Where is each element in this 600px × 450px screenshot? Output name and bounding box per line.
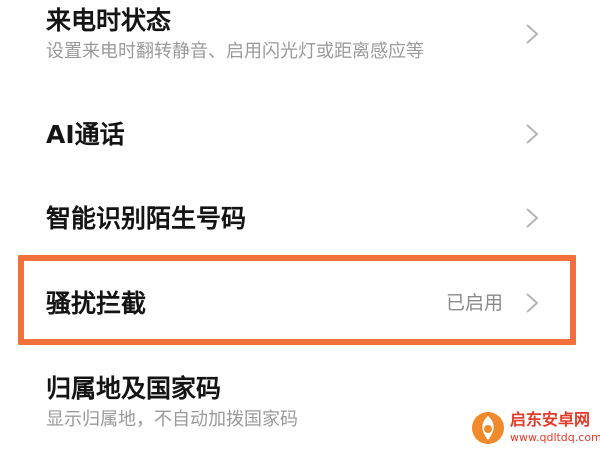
- settings-item-title: AI通话: [46, 120, 125, 149]
- chevron-right-icon: [524, 22, 540, 46]
- settings-item-title: 归属地及国家码: [46, 374, 222, 403]
- settings-item-title: 智能识别陌生号码: [46, 204, 247, 233]
- chevron-right-icon: [524, 206, 540, 230]
- watermark-name: 启东安卓网: [510, 410, 591, 429]
- settings-item-title: 来电时状态: [46, 6, 172, 35]
- watermark-url: www.qdltdq.com: [510, 431, 600, 444]
- highlight-annotation-box: [18, 255, 576, 345]
- settings-item-subtitle: 设置来电时翻转静音、启用闪光灯或距离感应等: [46, 41, 424, 62]
- settings-item-subtitle: 显示归属地，不自动加拨国家码: [46, 409, 298, 430]
- chevron-right-icon: [524, 122, 540, 146]
- settings-item-smart-identify-unknown[interactable]: 智能识别陌生号码: [0, 180, 600, 255]
- watermark-logo-icon: [470, 410, 506, 446]
- settings-item-ai-call[interactable]: AI通话: [0, 95, 600, 175]
- settings-item-incoming-call-status[interactable]: 来电时状态 设置来电时翻转静音、启用闪光灯或距离感应等: [0, 0, 600, 90]
- watermark: 启东安卓网 www.qdltdq.com: [470, 408, 600, 450]
